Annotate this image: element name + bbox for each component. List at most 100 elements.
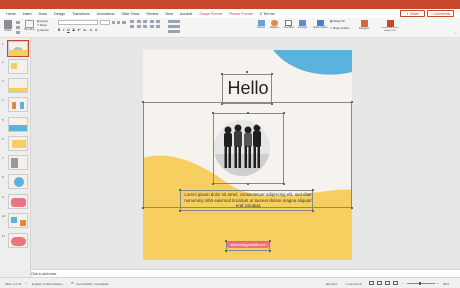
copy-icon[interactable] [16,26,20,29]
underline-button[interactable]: U [67,28,69,32]
create-share-pdf-button[interactable]: Create and Share Adobe PDF [378,20,402,32]
line-spacing-icon[interactable] [156,20,160,23]
resize-handle[interactable] [283,183,285,185]
reset-button[interactable]: ↺ Reset [37,24,49,27]
font-color-icon[interactable]: A [95,28,97,32]
align-center-icon[interactable] [136,24,141,28]
align-right-icon[interactable] [143,24,147,28]
link-selection-box[interactable] [226,241,270,251]
zoom-level[interactable]: 65% [443,282,449,286]
resize-handle[interactable] [271,73,273,75]
decrease-indent-icon[interactable] [143,20,147,23]
columns-icon[interactable] [156,24,160,28]
slide-thumbnail[interactable] [8,194,28,209]
slide-thumbnail[interactable] [8,78,28,93]
smartart-icon[interactable] [168,30,180,33]
bold-button[interactable]: B [58,28,60,32]
strike-button[interactable]: S [73,28,75,32]
subscript-button[interactable]: x₂ [84,28,87,32]
justify-icon[interactable] [149,24,154,28]
numbering-icon[interactable] [136,20,141,23]
font-name-select[interactable] [58,20,98,25]
bullets-icon[interactable] [130,20,134,23]
slide-thumbnail[interactable] [8,213,28,228]
cut-icon[interactable] [16,21,20,24]
align-left-icon[interactable] [130,24,134,28]
tab-view[interactable]: View [165,12,173,16]
title-selection-box[interactable] [222,74,272,104]
slideshow-icon[interactable] [393,281,398,285]
increase-indent-icon[interactable] [149,20,154,23]
resize-handle[interactable] [221,103,223,105]
slide-thumbnail[interactable] [8,174,28,189]
spellcheck-icon[interactable]: ✓ [25,281,28,285]
notes-pane[interactable]: Click to add notes [31,269,460,277]
resize-handle[interactable] [212,183,214,185]
tab-insert[interactable]: Insert [23,12,32,16]
font-size-select[interactable] [100,20,110,25]
zoom-in-button[interactable]: + [437,281,439,285]
resize-handle[interactable] [312,210,314,212]
comments-status-button[interactable]: □ Comments [345,282,362,286]
slide-sorter-icon[interactable] [377,281,382,285]
text-direction-icon[interactable] [168,20,180,23]
italic-button[interactable]: I [63,28,64,32]
resize-handle[interactable] [179,210,181,212]
tab-animations[interactable]: Animations [97,12,115,16]
resize-handle[interactable] [179,189,181,191]
rotate-handle[interactable] [246,71,248,73]
clear-format-icon[interactable] [122,21,126,24]
notes-button[interactable]: ▤ Notes [326,282,338,286]
tab-design[interactable]: Design [54,12,65,16]
resize-handle[interactable] [271,103,273,105]
section-button[interactable]: ▤ Section [37,29,49,32]
slide-thumbnail[interactable] [8,97,28,112]
text-highlight-icon[interactable]: A [90,28,92,32]
ribbon-collapse-icon[interactable]: ⌃ [454,32,457,36]
normal-view-icon[interactable] [369,281,374,285]
format-painter-icon[interactable] [16,31,20,34]
slide-thumbnail[interactable] [8,117,28,132]
arrange-button[interactable]: Arrange [298,20,307,29]
resize-handle[interactable] [142,207,144,209]
resize-handle[interactable] [221,73,223,75]
shape-fill-button[interactable]: ▩ Shape Fill [330,20,349,23]
accessibility-status[interactable]: Accessibility: Investigate [76,282,109,286]
resize-handle[interactable] [247,112,249,114]
resize-handle[interactable] [212,112,214,114]
slide-thumbnail[interactable] [8,155,28,170]
text-box-button[interactable]: Text Box [284,20,294,29]
zoom-slider-thumb[interactable] [419,281,421,285]
resize-handle[interactable] [225,250,227,252]
resize-handle[interactable] [312,189,314,191]
tab-acrobat[interactable]: Acrobat [180,12,192,16]
language-label[interactable]: English (United States) [32,282,63,286]
tab-tell-me[interactable]: ⚲ Tell me [260,12,275,16]
layout-button[interactable]: ▦ Layout [37,20,49,23]
tab-slide-show[interactable]: Slide Show [121,12,139,16]
resize-handle[interactable] [142,101,144,103]
slide-thumbnail[interactable] [8,59,28,74]
body-selection-box[interactable] [180,190,313,211]
resize-handle[interactable] [247,183,249,185]
designer-button[interactable]: Designer [359,20,369,30]
tab-home[interactable]: Home [6,12,16,16]
align-text-icon[interactable] [168,25,180,28]
share-button[interactable]: ⇧ Share [400,10,425,17]
new-slide-button[interactable]: New Slide [24,20,35,31]
paste-button[interactable]: Paste [4,20,12,32]
photo-selection-box[interactable] [213,113,284,184]
shape-outline-button[interactable]: ✏ Shape Outline [330,27,349,30]
resize-handle[interactable] [269,240,271,242]
reading-view-icon[interactable] [385,281,390,285]
decrease-font-icon[interactable] [117,21,120,24]
shapes-button[interactable]: Shapes [270,20,279,29]
resize-handle[interactable] [351,101,353,103]
tab-shape-format[interactable]: Shape Format [199,12,222,16]
picture-button[interactable]: Picture [257,20,265,29]
resize-handle[interactable] [269,250,271,252]
slide-thumbnail[interactable] [8,136,28,151]
tab-transitions[interactable]: Transitions [72,12,89,16]
superscript-button[interactable]: x² [78,28,81,32]
resize-handle[interactable] [225,240,227,242]
